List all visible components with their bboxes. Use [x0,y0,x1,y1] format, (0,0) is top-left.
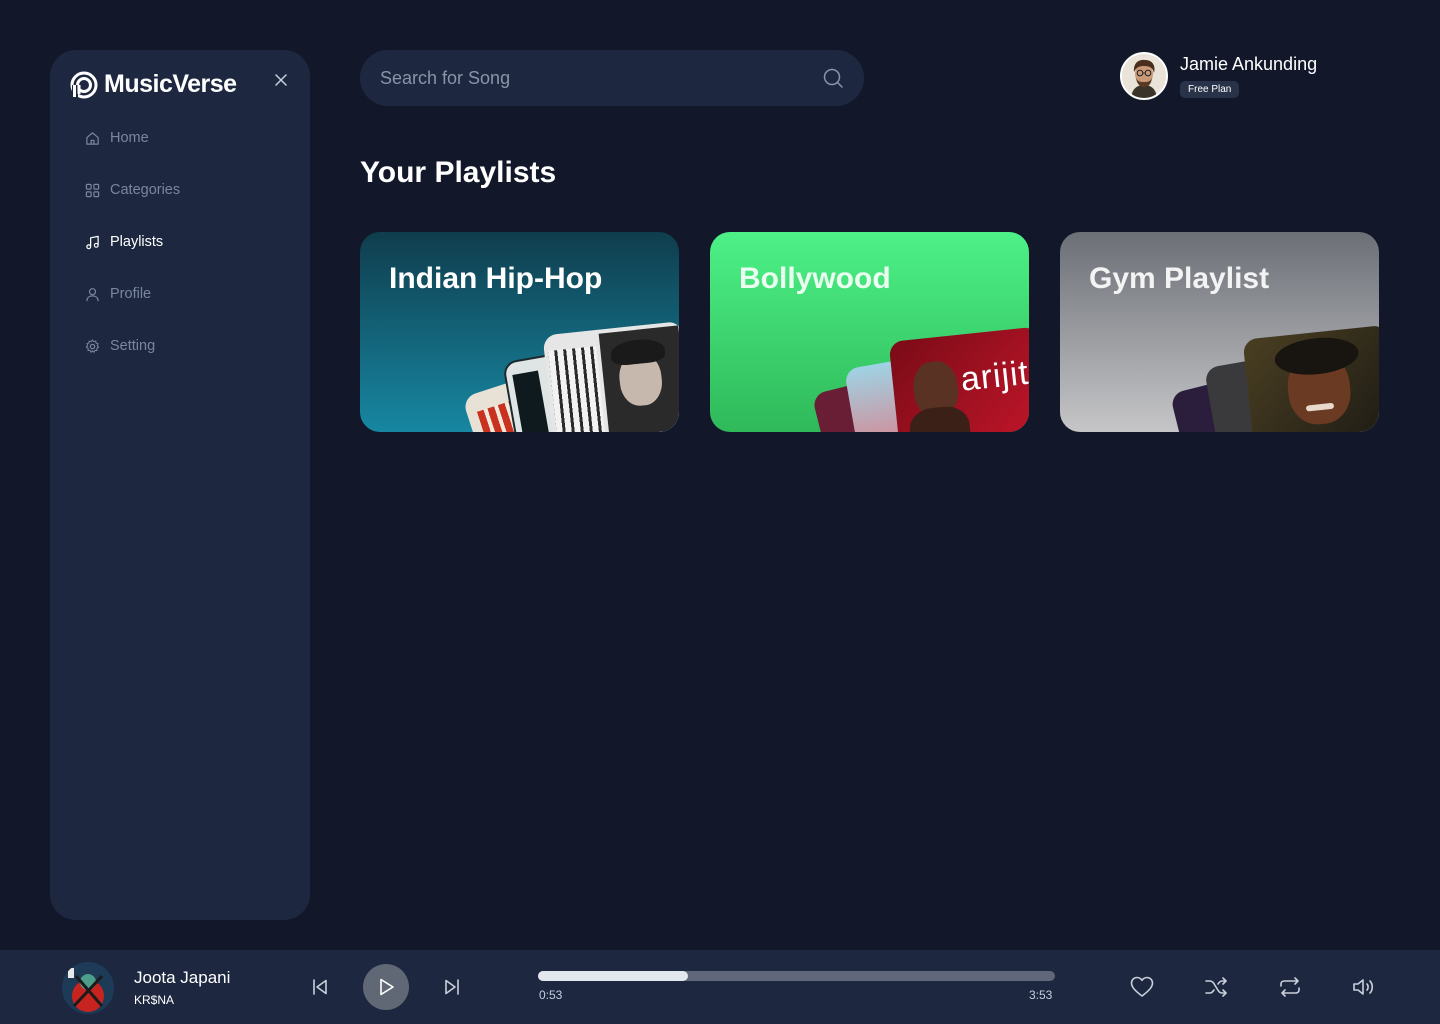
sidebar: MusicVerse Home Categories Playlists Pro… [50,50,310,920]
volume-icon [1353,979,1374,995]
user-info: Jamie Ankunding Free Plan [1180,54,1317,98]
sidebar-nav: Home Categories Playlists Profile Settin… [84,126,180,386]
gear-icon [84,338,100,354]
user-icon [84,286,100,302]
user-profile[interactable]: Jamie Ankunding Free Plan [1120,52,1317,100]
close-sidebar-button[interactable] [272,71,290,89]
album-cover-front: arijit [888,326,1029,432]
brand-name: MusicVerse [104,70,237,98]
play-icon [380,978,394,996]
heart-icon [1130,976,1154,997]
music-note-icon [84,234,100,250]
user-name: Jamie Ankunding [1180,54,1318,74]
sidebar-item-label: Setting [110,338,156,354]
track-title[interactable]: Joota Japani [134,968,230,988]
skip-forward-icon [445,979,459,995]
playlist-title: Indian Hip-Hop [389,262,603,295]
skip-back-icon [313,979,327,995]
playlist-card-indian-hip-hop[interactable]: Indian Hip-Hop [360,232,679,432]
playlist-card-gym-playlist[interactable]: Gym Playlist [1060,232,1379,432]
next-button[interactable] [438,974,466,1000]
progress-bar[interactable] [538,971,1055,981]
previous-button[interactable] [306,974,334,1000]
home-icon [84,130,100,146]
cover-text: arijit [958,353,1029,399]
musicverse-logo-icon [70,71,98,98]
progress-fill [538,971,688,981]
plan-badge: Free Plan [1180,81,1240,98]
sidebar-item-label: Playlists [110,234,164,250]
music-app: MusicVerse Home Categories Playlists Pro… [0,0,1440,1024]
music-player: Joota Japani KR$NA 0:53 3:53 [0,950,1440,1024]
sidebar-item-playlists[interactable]: Playlists [84,230,180,254]
sidebar-item-label: Profile [110,286,152,302]
track-artist[interactable]: KR$NA [134,993,174,1007]
sidebar-item-label: Home [110,130,149,146]
search-bar [360,50,864,106]
play-button[interactable] [363,964,409,1010]
search-icon[interactable] [822,67,844,89]
volume-button[interactable] [1350,974,1378,1000]
shuffle-button[interactable] [1202,974,1230,1000]
shuffle-icon [1205,977,1227,997]
album-cover-front [1242,324,1379,432]
grid-icon [84,182,100,198]
current-time: 0:53 [539,988,563,1002]
close-icon [275,74,287,86]
repeat-button[interactable] [1276,974,1304,1000]
sidebar-item-label: Categories [110,182,181,198]
search-input[interactable] [380,67,800,89]
playlist-card-bollywood[interactable]: Bollywood arijit [710,232,1029,432]
now-playing-album-art[interactable] [62,962,114,1014]
logo[interactable]: MusicVerse [70,70,237,99]
sidebar-item-home[interactable]: Home [84,126,180,150]
sidebar-item-setting[interactable]: Setting [84,334,180,358]
sidebar-item-profile[interactable]: Profile [84,282,180,306]
sidebar-item-categories[interactable]: Categories [84,178,180,202]
avatar[interactable] [1120,52,1168,100]
like-button[interactable] [1128,974,1156,1000]
repeat-icon [1280,977,1300,997]
playlist-title: Bollywood [739,262,891,295]
page-title: Your Playlists [360,156,557,189]
album-cover-front [542,320,679,432]
total-time: 3:53 [1029,988,1053,1002]
playlist-title: Gym Playlist [1089,262,1270,295]
